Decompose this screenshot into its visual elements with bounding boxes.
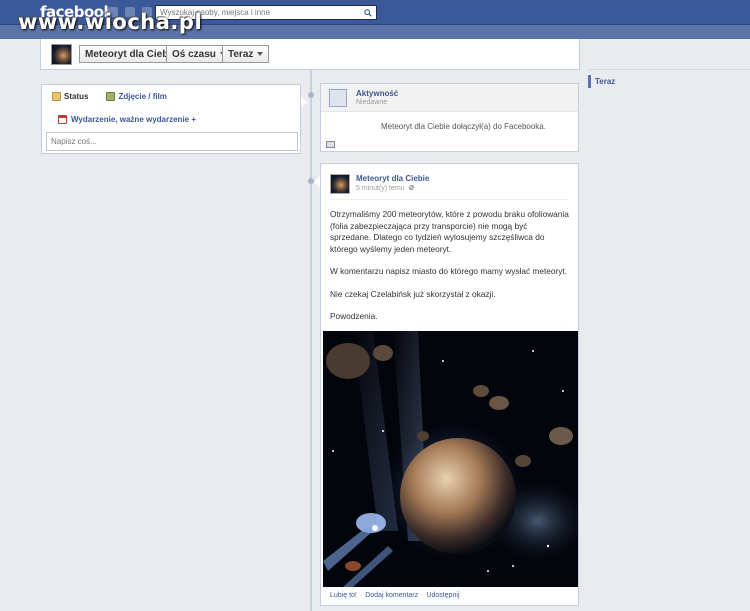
post-meta: 5 minut(y) temu — [356, 184, 415, 193]
now-dropdown-label: Teraz — [228, 48, 254, 60]
post-paragraph: Nie czekaj Czelabińsk już skorzystał z o… — [330, 288, 496, 299]
composer-pointer — [301, 96, 307, 108]
activity-text: Meteoryt dla Ciebie dołączył(a) do Faceb… — [381, 122, 546, 131]
tab-photo[interactable]: Zdjęcie / film — [106, 92, 167, 101]
globe-icon — [408, 184, 415, 193]
activity-header: Aktywność Niedawne — [321, 84, 578, 112]
post-paragraph: Otrzymaliśmy 200 meteorytów, które z pow… — [330, 209, 569, 254]
status-input[interactable] — [46, 132, 298, 151]
timeline-dropdown-label: Oś czasu — [172, 48, 216, 60]
now-dropdown[interactable]: Teraz — [222, 45, 270, 63]
tab-status[interactable]: Status — [52, 92, 88, 101]
calendar-icon — [58, 115, 67, 124]
post-pointer — [314, 176, 320, 188]
share-link[interactable]: Udostępnij — [426, 592, 459, 599]
composer-tabs: Status Zdjęcie / film — [52, 92, 167, 101]
life-event-link[interactable]: Wydarzenie, ważne wydarzenie + — [58, 115, 196, 124]
post-time[interactable]: 5 minut(y) temu — [356, 185, 405, 192]
divider — [330, 199, 568, 200]
separator: · — [359, 592, 363, 599]
life-event-label: Wydarzenie, ważne wydarzenie + — [71, 115, 197, 124]
divider — [588, 69, 750, 70]
activity-subtitle: Niedawne — [356, 99, 388, 106]
search-icon[interactable] — [361, 6, 375, 19]
photo-icon — [106, 92, 116, 101]
status-icon — [52, 92, 61, 101]
like-link[interactable]: Lubię to! — [330, 592, 357, 599]
timeline-spine — [310, 70, 312, 611]
post-paragraph: W komentarzu napisz miasto do którego ma… — [330, 266, 568, 276]
tab-status-label: Status — [64, 92, 89, 101]
separator: · — [421, 592, 424, 599]
tab-photo-label: Zdjęcie / film — [118, 92, 167, 101]
page-name-label: Meteoryt dla Ciebie — [85, 48, 177, 60]
comment-link[interactable]: Dodaj komentarz — [365, 592, 418, 599]
activity-icon — [329, 89, 347, 107]
post-paragraph: Powodzenia. — [330, 311, 378, 321]
watermark: www.wiocha.pl — [18, 10, 203, 34]
page-avatar[interactable] — [51, 44, 72, 65]
timeline-header: Meteoryt dla Ciebie Oś czasu Teraz — [40, 39, 580, 70]
post-actions: Lubię to! · Dodaj komentarz · Udostępnij — [330, 592, 460, 599]
activity-small-icon — [326, 141, 335, 148]
post-image[interactable] — [323, 331, 578, 587]
composer: Status Zdjęcie / film Wydarzenie, ważne … — [41, 84, 301, 154]
nav-item-now[interactable]: Teraz — [588, 75, 750, 88]
post-card: Meteoryt dla Ciebie 5 minut(y) temu Otrz… — [320, 163, 579, 606]
post-body: Otrzymaliśmy 200 meteorytów, które z pow… — [330, 209, 570, 334]
activity-title[interactable]: Aktywność — [356, 89, 398, 98]
timeline-dot — [308, 92, 314, 98]
post-avatar[interactable] — [330, 174, 350, 194]
timeline-nav: Teraz — [588, 69, 750, 88]
post-author[interactable]: Meteoryt dla Ciebie — [356, 174, 429, 183]
activity-card: Aktywność Niedawne Meteoryt dla Ciebie d… — [320, 83, 579, 152]
chevron-down-icon — [257, 52, 264, 56]
